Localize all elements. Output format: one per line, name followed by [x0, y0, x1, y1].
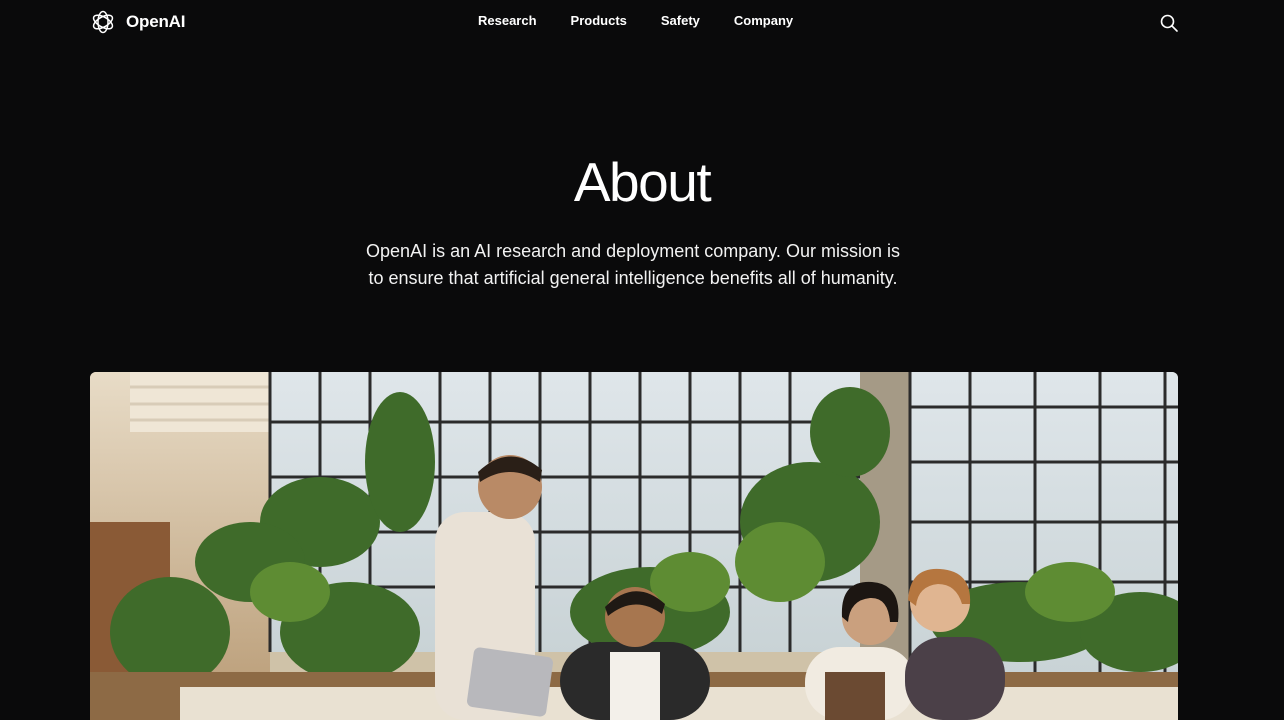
- nav-item-safety[interactable]: Safety: [661, 13, 700, 28]
- search-button[interactable]: [1159, 13, 1179, 33]
- nav-item-products[interactable]: Products: [571, 13, 627, 28]
- page-title: About: [573, 151, 712, 213]
- nav-item-research[interactable]: Research: [478, 13, 537, 28]
- mission-line-2: to ensure that artificial general intell…: [368, 268, 898, 288]
- mission-statement: OpenAI is an AI research and deployment …: [342, 238, 924, 292]
- team-photo: [90, 372, 1178, 720]
- office-scene-illustration: [90, 372, 1178, 720]
- brand-name: OpenAI: [126, 12, 186, 31]
- main-menu: Research Products Safety Company: [478, 13, 793, 28]
- brand-logo-link[interactable]: OpenAI: [90, 9, 185, 35]
- search-icon: [1160, 14, 1178, 32]
- top-navigation: OpenAI Research Products Safety Company: [0, 0, 1284, 44]
- mission-line-1: OpenAI is an AI research and deployment …: [366, 241, 900, 261]
- openai-logo-icon: [92, 10, 114, 34]
- nav-item-company[interactable]: Company: [734, 13, 793, 28]
